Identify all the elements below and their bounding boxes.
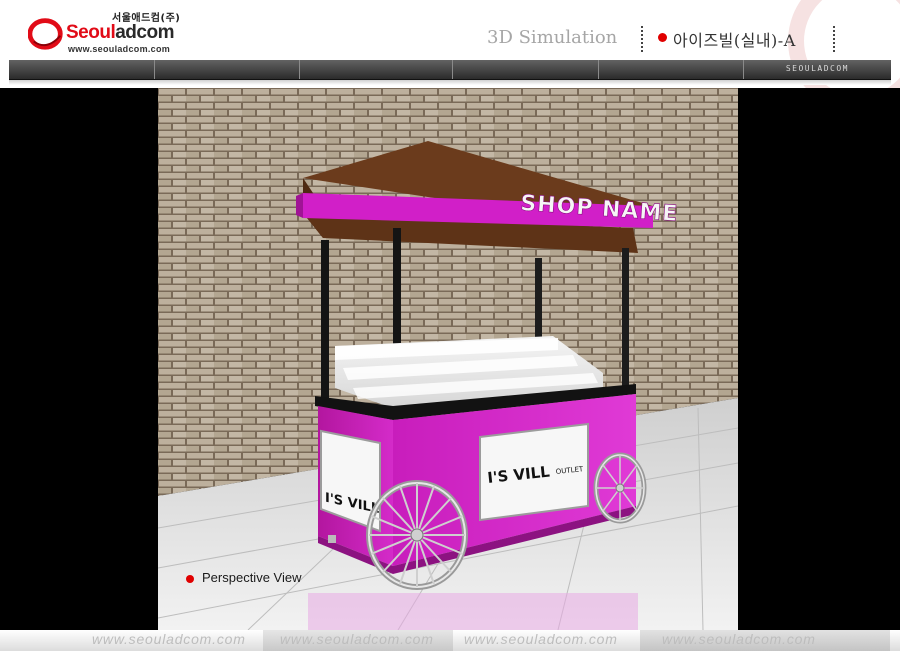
cart-wheel-back xyxy=(593,452,647,524)
logo-text-adcom: adcom xyxy=(115,22,174,43)
view-label: Perspective View xyxy=(202,570,302,585)
nav-shadow xyxy=(9,80,891,85)
section-title: 3D Simulation xyxy=(487,27,618,48)
footer-url[interactable]: www.seouladcom.com xyxy=(464,631,618,647)
footer-url[interactable]: www.seouladcom.com xyxy=(662,631,816,647)
company-logo[interactable]: 서울애드컴(주) Seouladcom www.seouladcom.com xyxy=(28,9,188,55)
bullet-dot-icon xyxy=(658,33,667,42)
logo-swirl-icon xyxy=(28,18,63,50)
nav-slot-5[interactable] xyxy=(599,60,744,79)
footer-url[interactable]: www.seouladcom.com xyxy=(280,631,434,647)
bullet-dot-icon xyxy=(186,575,194,583)
nav-slot-4[interactable] xyxy=(453,60,599,79)
kiosk-render-svg: SHOP NAME I'S VILL I'S VILL OUTLET xyxy=(158,88,738,630)
page-header: 서울애드컴(주) Seouladcom www.seouladcom.com 3… xyxy=(0,0,900,112)
model-name: 아이즈빌(실내)-A xyxy=(673,31,796,50)
top-nav-bar: SEOULADCOM xyxy=(9,60,891,80)
post-right xyxy=(622,248,629,390)
cart-wheel-front xyxy=(366,480,468,590)
page-footer: www.seouladcom.com www.seouladcom.com ww… xyxy=(0,630,900,651)
simulation-viewer: SHOP NAME I'S VILL I'S VILL OUTLET Persp… xyxy=(0,88,900,630)
nav-slot-3[interactable] xyxy=(300,60,453,79)
sign-band-left xyxy=(296,193,303,218)
company-logo-text: Seouladcom xyxy=(66,22,174,44)
nav-slot-1[interactable] xyxy=(9,60,155,79)
cart-foot xyxy=(328,535,336,543)
floor-reflection xyxy=(308,593,638,630)
company-url: www.seouladcom.com xyxy=(68,44,171,54)
dotted-divider xyxy=(833,26,835,52)
footer-url[interactable]: www.seouladcom.com xyxy=(92,631,246,647)
nav-slot-2[interactable] xyxy=(155,60,300,79)
post-left-front xyxy=(321,240,329,400)
nav-brand-label: SEOULADCOM xyxy=(785,64,849,73)
dotted-divider xyxy=(641,26,643,52)
render-image: SHOP NAME I'S VILL I'S VILL OUTLET Persp… xyxy=(158,88,738,630)
logo-text-seoul: Seoul xyxy=(66,22,116,43)
